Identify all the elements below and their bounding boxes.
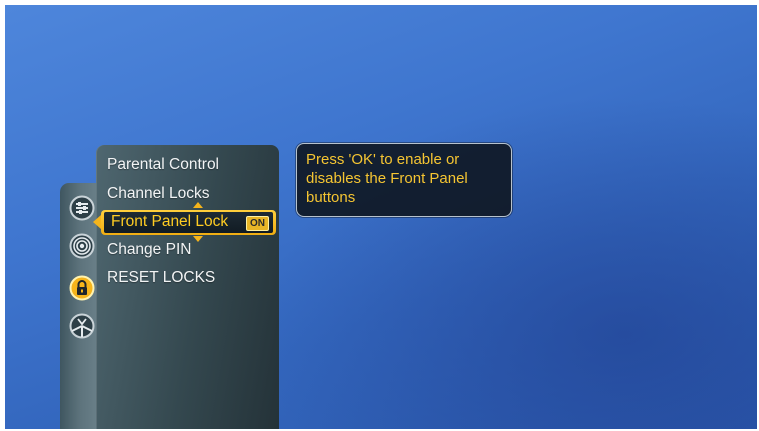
front-panel-lock-status-badge: ON	[246, 216, 269, 231]
menu-item-channel-locks[interactable]: Channel Locks	[107, 185, 210, 203]
selection-pointer-icon	[93, 215, 101, 229]
parental-control-menu: Parental Control Channel Locks Change PI…	[96, 145, 279, 429]
scroll-down-arrow-icon	[193, 236, 203, 242]
menu-item-change-pin[interactable]: Change PIN	[107, 241, 191, 259]
satellite-dish-icon[interactable]	[69, 313, 95, 339]
menu-item-parental-control[interactable]: Parental Control	[107, 156, 219, 174]
front-panel-lock-label: Front Panel Lock	[111, 213, 229, 230]
menu-item-front-panel-lock[interactable]: Front Panel Lock ON	[93, 210, 276, 235]
settings-sliders-icon[interactable]	[69, 195, 95, 221]
menu-item-reset-locks[interactable]: RESET LOCKS	[107, 269, 215, 287]
tv-screen: Parental Control Channel Locks Change PI…	[5, 5, 757, 429]
help-text: Press 'OK' to enable or disables the Fro…	[306, 151, 468, 206]
selection-highlight: Front Panel Lock ON	[104, 212, 273, 233]
help-tooltip: Press 'OK' to enable or disables the Fro…	[296, 143, 512, 217]
broadcast-signal-icon[interactable]	[69, 233, 95, 259]
lock-icon[interactable]	[69, 275, 95, 301]
scroll-up-arrow-icon	[193, 202, 203, 208]
